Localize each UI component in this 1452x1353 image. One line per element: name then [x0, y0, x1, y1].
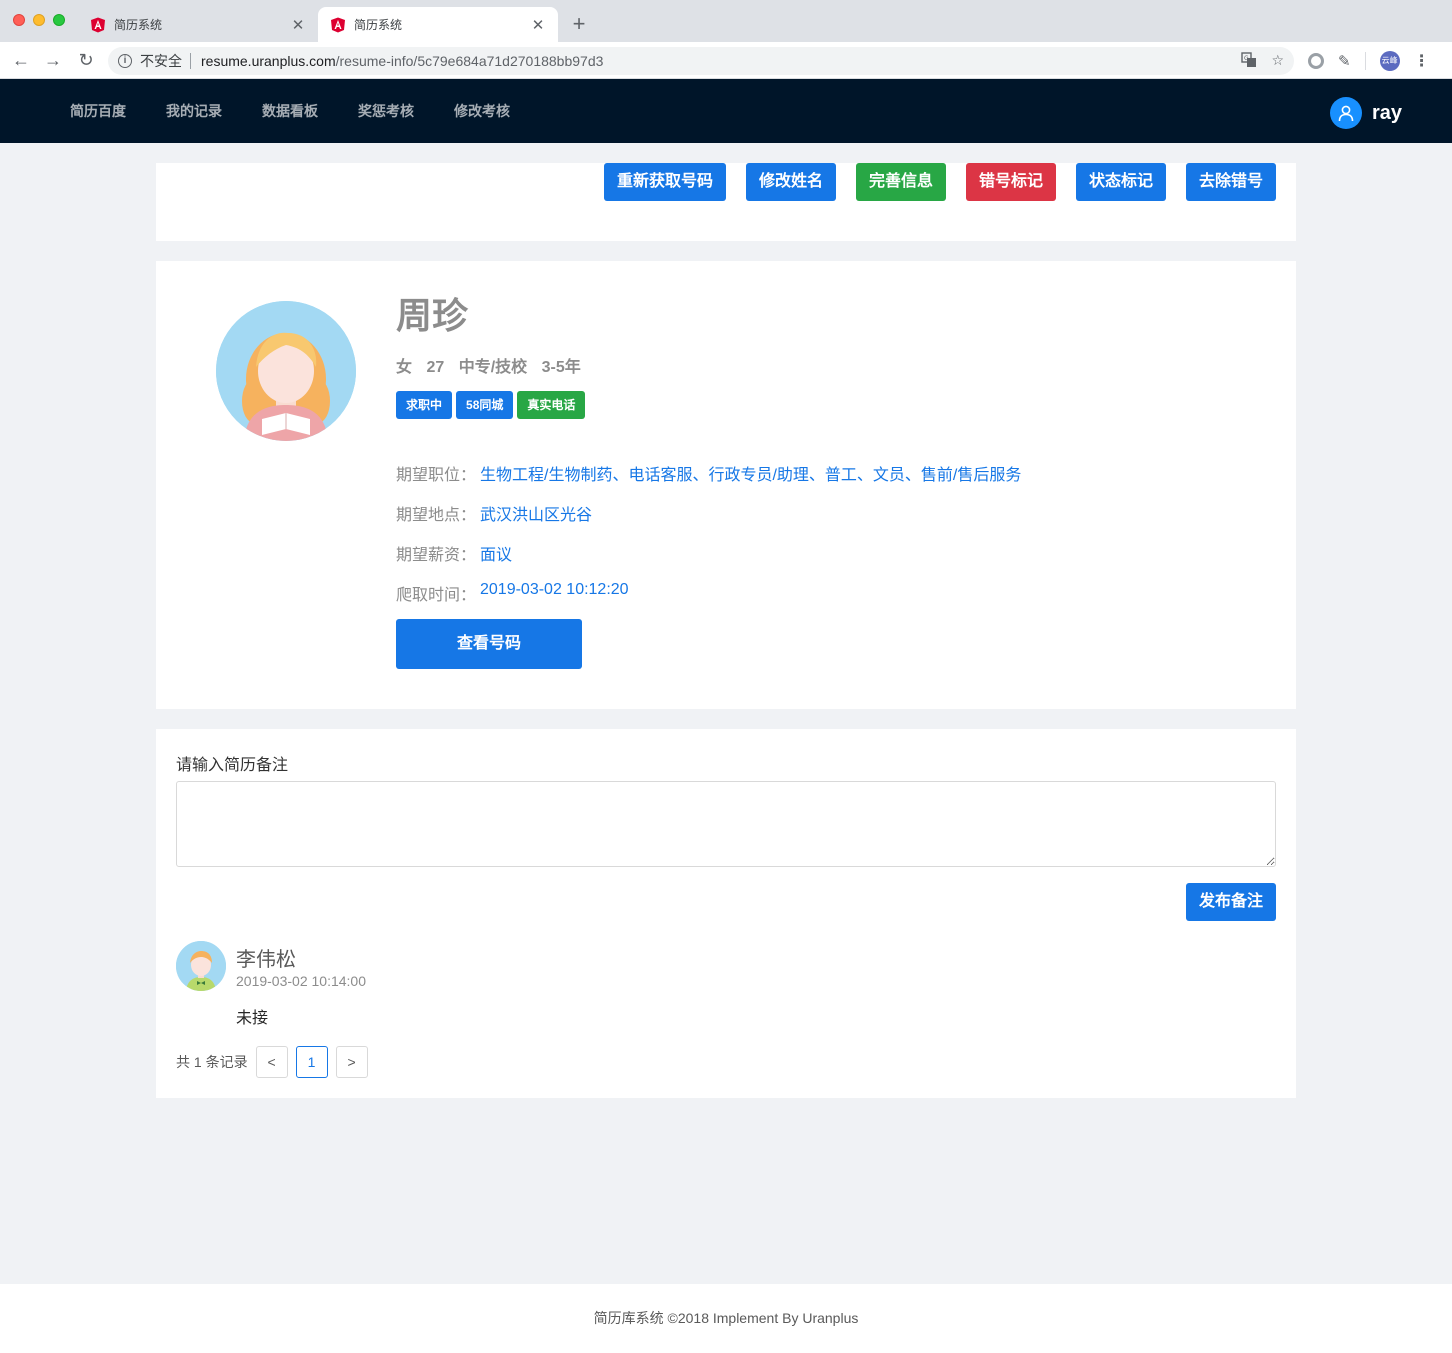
- field-label: 期望地点：: [396, 507, 477, 524]
- comment-timestamp: 2019-03-02 10:14:00: [236, 973, 366, 989]
- browser-tab-2[interactable]: 简历系统 ✕: [318, 7, 558, 42]
- field-value: 面议: [480, 547, 513, 564]
- avatar: [176, 941, 226, 991]
- pagination: 共 1 条记录 < 1 >: [176, 1046, 376, 1078]
- field-label: 爬取时间：: [396, 587, 477, 604]
- publish-note-button[interactable]: 发布备注: [1186, 883, 1276, 921]
- divider: [190, 53, 191, 69]
- candidate-name: 周珍: [396, 295, 469, 336]
- crawl-time-row: 爬取时间： 2019-03-02 10:12:20: [396, 581, 629, 605]
- user-icon: [1329, 97, 1362, 129]
- field-value: 武汉洪山区光谷: [480, 507, 593, 524]
- expected-location-row: 期望地点： 武汉洪山区光谷: [396, 501, 592, 525]
- nav-item-resume-search[interactable]: 简历百度: [70, 79, 126, 143]
- comment-author: 李伟松: [236, 949, 296, 971]
- eyedropper-icon[interactable]: ✎: [1338, 52, 1351, 70]
- nav-item-dashboard[interactable]: 数据看板: [262, 79, 318, 143]
- top-navigation: 简历百度 我的记录 数据看板 奖惩考核 修改考核 ray: [0, 79, 1452, 143]
- view-number-button[interactable]: 查看号码: [396, 619, 582, 669]
- candidate-meta: 女 27 中专/技校 3-5年: [396, 353, 591, 377]
- address-bar[interactable]: i 不安全 resume.uranplus.com /resume-info/5…: [108, 47, 1294, 75]
- footer: 简历库系统 ©2018 Implement By Uranplus: [0, 1284, 1452, 1353]
- page-button-1[interactable]: 1: [295, 1046, 328, 1078]
- remove-wrong-number-button[interactable]: 去除错号: [1186, 163, 1276, 201]
- field-value: 生物工程/生物制药、电话客服、行政专员/助理、普工、文员、售前/售后服务: [480, 467, 1022, 484]
- divider: [1364, 52, 1366, 70]
- verified-phone-badge: 真实电话: [517, 391, 586, 419]
- wrong-number-mark-button[interactable]: 错号标记: [966, 163, 1056, 201]
- notes-card: 请输入简历备注 发布备注 李伟松 2019-03-02 10:14:00 未接 …: [156, 729, 1296, 1098]
- prev-page-button[interactable]: <: [255, 1046, 288, 1078]
- field-value: 2019-03-02 10:12:20: [480, 581, 629, 598]
- svg-text:G: G: [1244, 55, 1249, 62]
- chevron-right-icon: >: [347, 1054, 356, 1070]
- expected-salary-row: 期望薪资： 面议: [396, 541, 512, 565]
- user-menu[interactable]: ray: [1329, 97, 1402, 129]
- window-zoom-button[interactable]: [53, 14, 65, 26]
- next-page-button[interactable]: >: [335, 1046, 368, 1078]
- gender: 女: [396, 359, 413, 376]
- forward-arrow-icon[interactable]: →: [42, 49, 64, 71]
- edit-name-button[interactable]: 修改姓名: [746, 163, 836, 201]
- nav-item-my-records[interactable]: 我的记录: [166, 79, 222, 143]
- source-badge: 58同城: [456, 391, 514, 419]
- tab-title: 简历系统: [354, 18, 403, 32]
- chevron-left-icon: <: [267, 1054, 276, 1070]
- age: 27: [426, 359, 445, 376]
- profile-card: 周珍 女 27 中专/技校 3-5年 求职中 58同城 真实电话 期望职位： 生…: [156, 261, 1296, 709]
- new-tab-button[interactable]: +: [568, 10, 590, 38]
- extension-record-icon[interactable]: [1308, 53, 1324, 69]
- experience: 3-5年: [541, 359, 581, 376]
- nav-item-edit-review[interactable]: 修改考核: [454, 79, 510, 143]
- user-name: ray: [1371, 101, 1402, 124]
- translate-icon[interactable]: G: [1241, 52, 1257, 68]
- angular-icon: [91, 17, 105, 32]
- window-minimize-button[interactable]: [33, 14, 45, 26]
- profile-avatar[interactable]: 云峰: [1379, 51, 1400, 71]
- tag-list: 求职中 58同城 真实电话: [396, 391, 586, 419]
- browser-toolbar: ← → ↻ i 不安全 resume.uranplus.com /resume-…: [0, 42, 1452, 79]
- male-avatar-icon: [176, 941, 226, 991]
- note-textarea[interactable]: [176, 781, 1276, 867]
- status-badge: 求职中: [396, 391, 453, 419]
- tab-title: 简历系统: [114, 18, 163, 32]
- more-menu-icon[interactable]: ⋮: [1414, 51, 1430, 71]
- field-label: 期望职位：: [396, 467, 477, 484]
- browser-tab-1[interactable]: 简历系统 ✕: [78, 7, 318, 42]
- status-mark-button[interactable]: 状态标记: [1076, 163, 1166, 201]
- window-close-button[interactable]: [13, 14, 25, 26]
- actions-card: 重新获取号码 修改姓名 完善信息 错号标记 状态标记 去除错号: [156, 163, 1296, 241]
- expected-position-row: 期望职位： 生物工程/生物制药、电话客服、行政专员/助理、普工、文员、售前/售后…: [396, 461, 1021, 485]
- nav-item-rewards[interactable]: 奖惩考核: [358, 79, 414, 143]
- back-arrow-icon[interactable]: ←: [10, 49, 32, 71]
- reload-icon[interactable]: ↻: [75, 49, 97, 71]
- comment-text: 未接: [236, 1010, 269, 1027]
- browser-tab-bar: 简历系统 ✕ 简历系统 ✕ +: [0, 0, 1452, 42]
- note-input-label: 请输入简历备注: [176, 757, 289, 774]
- star-icon[interactable]: ☆: [1271, 52, 1284, 69]
- footer-text: 简历库系统 ©2018 Implement By Uranplus: [593, 1310, 859, 1326]
- pagination-total: 共 1 条记录: [176, 1054, 248, 1070]
- education: 中专/技校: [458, 359, 528, 376]
- angular-icon: [331, 17, 345, 32]
- complete-info-button[interactable]: 完善信息: [856, 163, 946, 201]
- field-label: 期望薪资：: [396, 547, 477, 564]
- close-icon[interactable]: ✕: [530, 16, 546, 34]
- female-avatar-icon: [216, 301, 356, 441]
- refetch-number-button[interactable]: 重新获取号码: [604, 163, 726, 201]
- avatar: [216, 301, 356, 441]
- security-status[interactable]: 不安全: [140, 51, 182, 71]
- info-icon[interactable]: i: [118, 54, 132, 68]
- close-icon[interactable]: ✕: [290, 16, 306, 34]
- url-host: resume.uranplus.com: [201, 53, 336, 69]
- url-path: /resume-info/5c79e684a71d270188bb97d3: [335, 53, 604, 69]
